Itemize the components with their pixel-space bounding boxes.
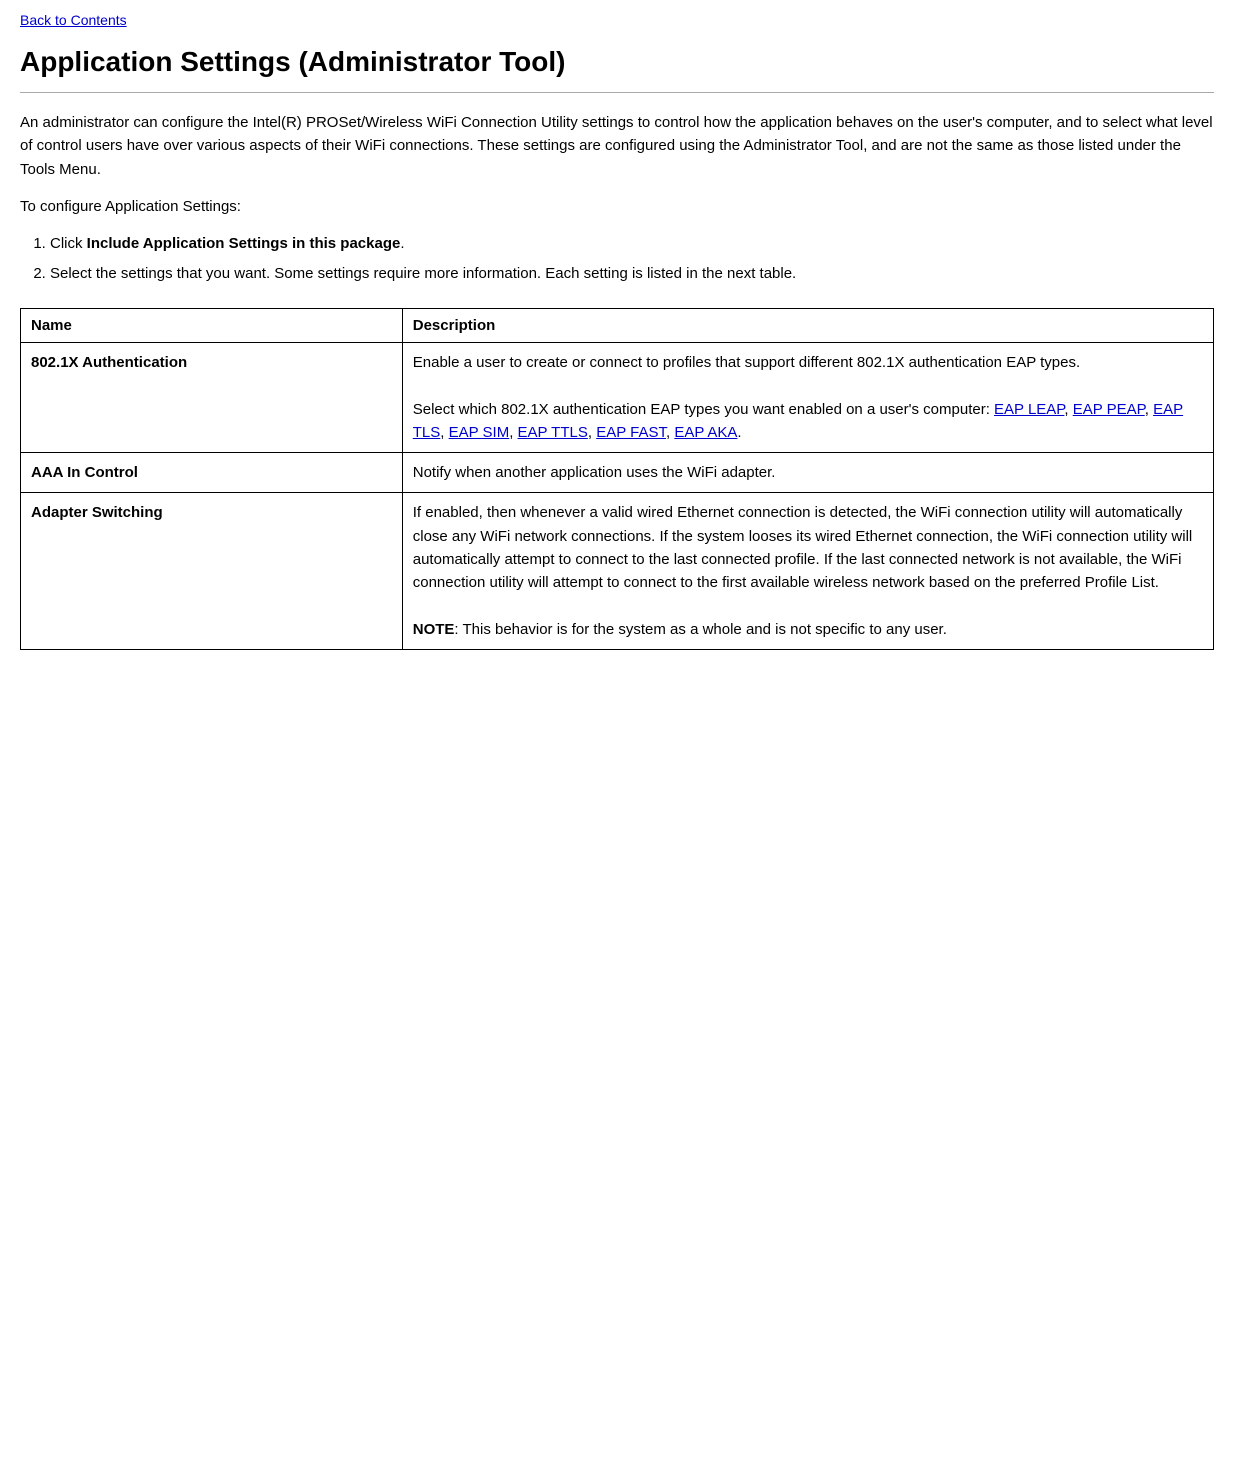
eap-link[interactable]: EAP PEAP [1073, 401, 1145, 418]
settings-table: Name Description 802.1X AuthenticationEn… [20, 308, 1214, 650]
divider [20, 92, 1214, 93]
step-1: Click Include Application Settings in th… [50, 232, 1214, 256]
table-header-row: Name Description [21, 309, 1214, 343]
step1-suffix: . [400, 235, 404, 252]
cell-description: Notify when another application uses the… [402, 453, 1213, 493]
table-row: AAA In ControlNotify when another applic… [21, 453, 1214, 493]
eap-link[interactable]: EAP TTLS [518, 424, 588, 441]
step1-bold: Include Application Settings in this pac… [87, 235, 401, 252]
eap-link[interactable]: EAP AKA [674, 424, 737, 441]
note-bold: NOTE [413, 621, 455, 638]
eap-link[interactable]: EAP SIM [449, 424, 510, 441]
page-title: Application Settings (Administrator Tool… [20, 46, 1214, 78]
eap-link[interactable]: EAP LEAP [994, 401, 1064, 418]
configure-label: To configure Application Settings: [20, 195, 1214, 218]
eap-link[interactable]: EAP FAST [596, 424, 666, 441]
intro-paragraph: An administrator can configure the Intel… [20, 111, 1214, 181]
col-description-header: Description [402, 309, 1213, 343]
cell-name: AAA In Control [21, 453, 403, 493]
step1-prefix: Click [50, 235, 87, 252]
step-2: Select the settings that you want. Some … [50, 262, 1214, 286]
cell-name: 802.1X Authentication [21, 343, 403, 453]
table-row: Adapter SwitchingIf enabled, then whenev… [21, 493, 1214, 650]
back-to-contents-link[interactable]: Back to Contents [20, 12, 127, 28]
cell-name: Adapter Switching [21, 493, 403, 650]
table-row: 802.1X AuthenticationEnable a user to cr… [21, 343, 1214, 453]
col-name-header: Name [21, 309, 403, 343]
cell-description: Enable a user to create or connect to pr… [402, 343, 1213, 453]
cell-description: If enabled, then whenever a valid wired … [402, 493, 1213, 650]
steps-list: Click Include Application Settings in th… [50, 232, 1214, 286]
